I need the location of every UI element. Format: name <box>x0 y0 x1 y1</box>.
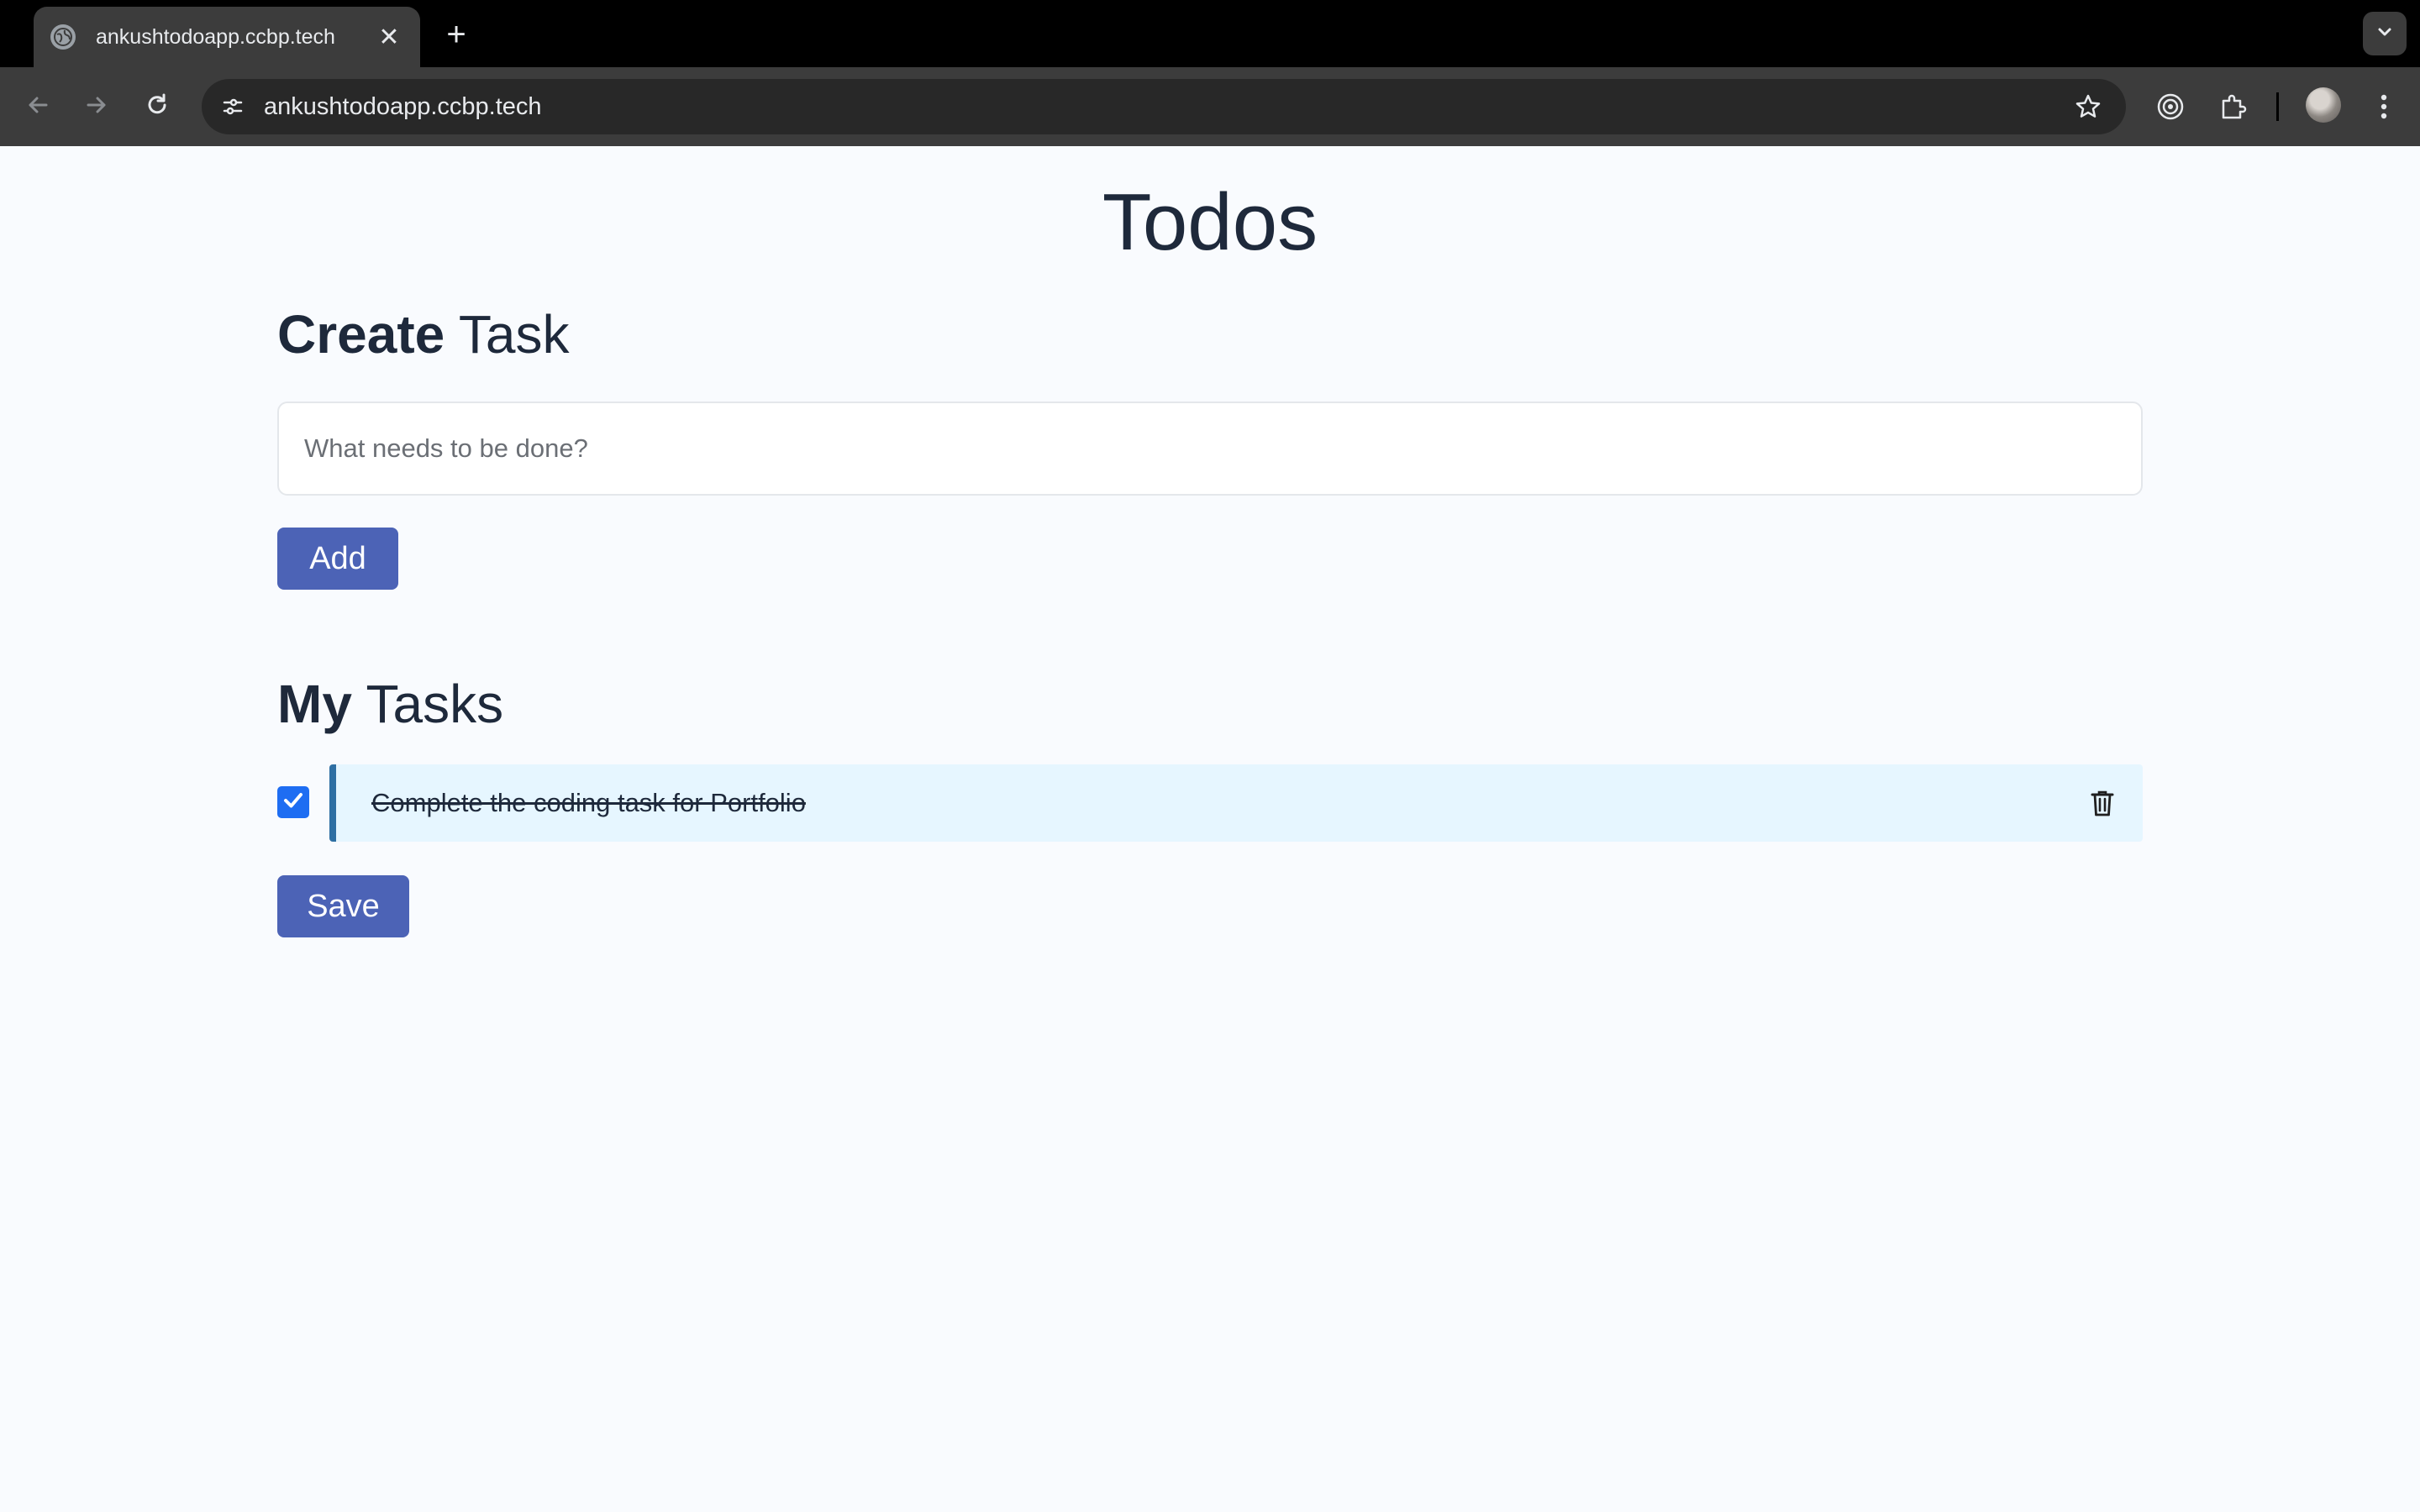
checkmark-icon <box>281 789 305 816</box>
create-heading-bold: Create <box>277 304 445 365</box>
todo-user-input[interactable] <box>277 402 2143 496</box>
lens-icon[interactable] <box>2149 86 2191 128</box>
add-todo-button[interactable]: Add <box>277 528 398 590</box>
globe-icon <box>50 24 76 50</box>
my-tasks-heading: My Tasks <box>277 672 503 737</box>
extensions-puzzle-icon[interactable] <box>2212 86 2254 128</box>
todo-label[interactable]: Complete the coding task for Portfolio <box>371 764 806 842</box>
new-tab-button[interactable]: + <box>437 15 476 54</box>
todo-item: Complete the coding task for Portfolio <box>329 764 2143 842</box>
save-todo-button[interactable]: Save <box>277 875 409 937</box>
create-task-heading: Create Task <box>277 302 569 367</box>
chevron-down-icon <box>2375 23 2394 45</box>
bookmark-star-icon[interactable] <box>2067 86 2109 128</box>
browser-tab[interactable]: ankushtodoapp.ccbp.tech ✕ <box>34 7 420 67</box>
tab-close-icon[interactable]: ✕ <box>375 23 403 51</box>
tasks-heading-bold: My <box>277 674 352 734</box>
create-heading-rest: Task <box>445 304 570 365</box>
reload-button[interactable] <box>136 86 178 128</box>
browser-toolbar: ankushtodoapp.ccbp.tech <box>0 67 2420 146</box>
tasks-heading-rest: Tasks <box>351 674 504 734</box>
profile-avatar[interactable] <box>2306 87 2341 123</box>
back-button[interactable] <box>17 86 59 128</box>
site-info-icon[interactable] <box>213 87 252 126</box>
toolbar-separator <box>2276 92 2279 121</box>
trash-icon[interactable] <box>2086 786 2119 820</box>
url-text[interactable]: ankushtodoapp.ccbp.tech <box>264 93 2067 121</box>
todos-page: Todos Create Task Add My Tasks Complete … <box>0 146 2420 1512</box>
tab-title: ankushtodoapp.ccbp.tech <box>96 24 335 49</box>
arrow-left-icon <box>25 92 50 122</box>
browser-tab-strip: ankushtodoapp.ccbp.tech ✕ + <box>0 0 2420 67</box>
page-title: Todos <box>1102 177 1318 267</box>
arrow-right-icon <box>84 92 109 122</box>
reload-icon <box>145 92 170 122</box>
tab-search-button[interactable] <box>2363 12 2407 55</box>
more-menu-icon[interactable] <box>2363 86 2405 128</box>
forward-button[interactable] <box>76 86 118 128</box>
address-bar[interactable]: ankushtodoapp.ccbp.tech <box>202 79 2126 134</box>
todo-checkbox[interactable] <box>277 786 309 818</box>
